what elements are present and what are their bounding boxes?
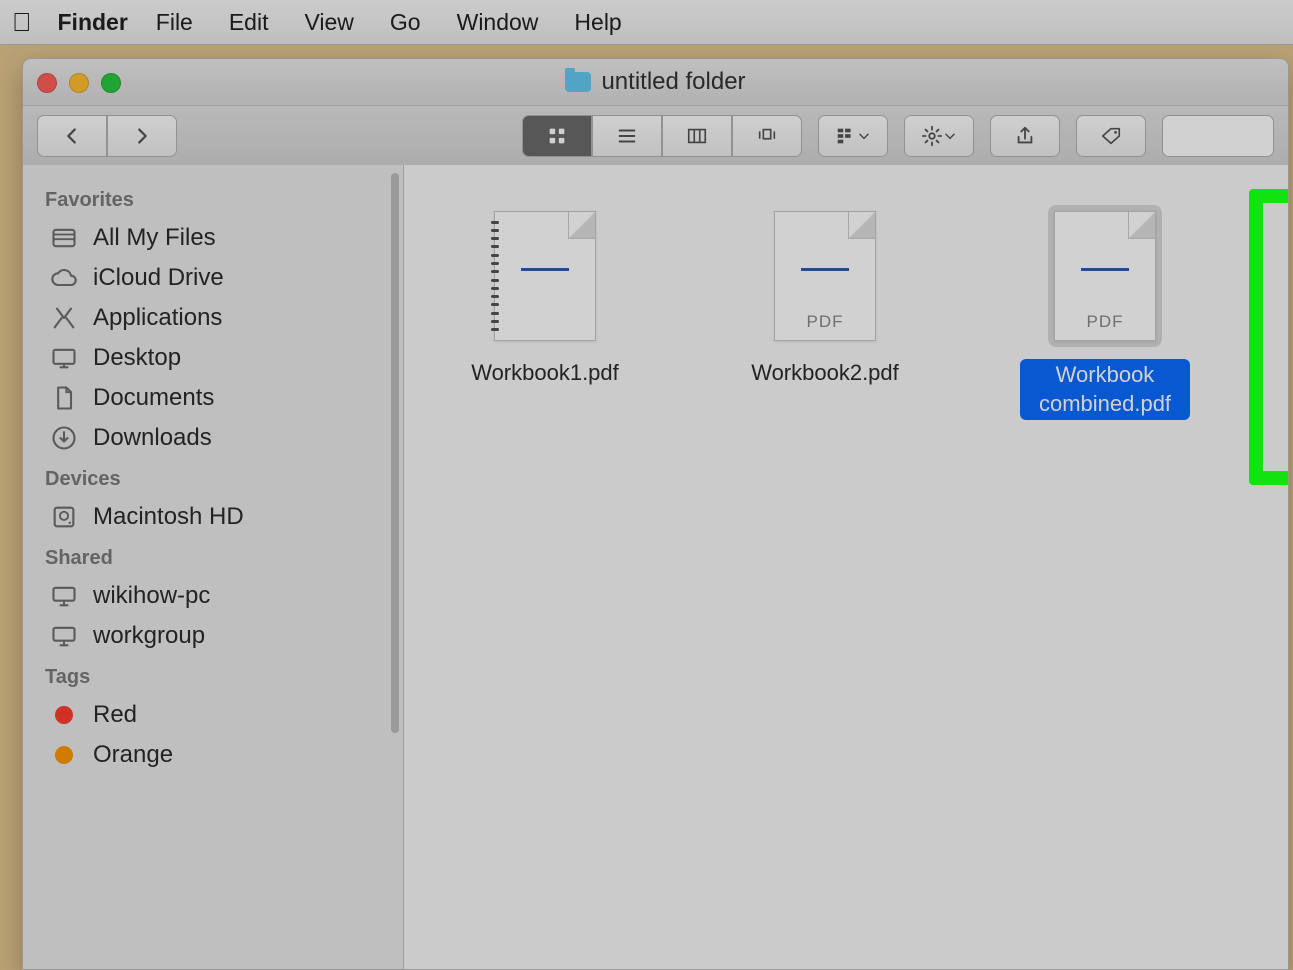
- downloads-icon: [49, 425, 79, 451]
- sidebar-item-label: Desktop: [93, 344, 181, 372]
- sidebar-item-applications[interactable]: Applications: [39, 298, 393, 338]
- tag-color-dot: [55, 746, 73, 764]
- menubar-app-name[interactable]: Finder: [58, 9, 128, 36]
- tag-color-dot: [55, 706, 73, 724]
- sidebar-item-red[interactable]: Red: [39, 695, 393, 735]
- tags-button[interactable]: [1076, 115, 1146, 157]
- sidebar-item-label: wikihow-pc: [93, 582, 210, 610]
- view-list-button[interactable]: [592, 115, 662, 157]
- view-mode-switcher: [522, 115, 802, 157]
- chevron-right-icon: [131, 125, 153, 147]
- sidebar-item-label: iCloud Drive: [93, 264, 224, 292]
- menu-window[interactable]: Window: [457, 9, 539, 36]
- sidebar-heading: Shared: [45, 547, 393, 570]
- view-coverflow-button[interactable]: [732, 115, 802, 157]
- sidebar-item-workgroup[interactable]: workgroup: [39, 616, 393, 656]
- tag-icon: [1100, 125, 1122, 147]
- file-name: Workbook combined.pdf: [1020, 359, 1190, 420]
- menu-go[interactable]: Go: [390, 9, 421, 36]
- sidebar-item-macintosh-hd[interactable]: Macintosh HD: [39, 497, 393, 537]
- sidebar-heading: Favorites: [45, 189, 393, 212]
- window-title: untitled folder: [23, 59, 1288, 105]
- applications-icon: [49, 305, 79, 331]
- file-thumbnail: PDF: [1054, 211, 1156, 341]
- sidebar-item-label: All My Files: [93, 224, 216, 252]
- sidebar-item-label: Red: [93, 701, 137, 729]
- cloud-icon: [49, 265, 79, 291]
- pdf-badge: PDF: [775, 312, 875, 332]
- grid-icon: [546, 125, 568, 147]
- monitor-icon: [49, 583, 79, 609]
- columns-icon: [686, 125, 708, 147]
- view-icons-button[interactable]: [522, 115, 592, 157]
- sidebar-item-wikihow-pc[interactable]: wikihow-pc: [39, 576, 393, 616]
- chevron-down-icon: [943, 125, 957, 147]
- share-button[interactable]: [990, 115, 1060, 157]
- sidebar-item-label: workgroup: [93, 622, 205, 650]
- desktop-icon: [49, 345, 79, 371]
- chevron-left-icon: [61, 125, 83, 147]
- menu-help[interactable]: Help: [574, 9, 621, 36]
- file-thumbnail: PDF: [774, 211, 876, 341]
- coverflow-icon: [756, 125, 778, 147]
- menu-file[interactable]: File: [156, 9, 193, 36]
- file-item[interactable]: PDF Workbook2.pdf: [740, 205, 910, 388]
- file-name: Workbook1.pdf: [471, 359, 619, 388]
- finder-sidebar: Favorites All My Files iCloud Drive Applica…: [23, 165, 404, 969]
- file-item[interactable]: Workbook1.pdf: [460, 205, 630, 388]
- apple-menu-icon[interactable]: : [12, 7, 32, 38]
- share-icon: [1014, 125, 1036, 147]
- sidebar-item-label: Macintosh HD: [93, 503, 244, 531]
- sidebar-item-label: Applications: [93, 304, 222, 332]
- sidebar-item-all-my-files[interactable]: All My Files: [39, 218, 393, 258]
- sidebar-item-label: Downloads: [93, 424, 212, 452]
- documents-icon: [49, 385, 79, 411]
- file-item[interactable]: PDF Workbook combined.pdf: [1020, 205, 1190, 420]
- file-name: Workbook2.pdf: [751, 359, 899, 388]
- finder-toolbar: [23, 106, 1288, 167]
- nav-back-forward: [37, 115, 177, 157]
- all-my-files-icon: [49, 225, 79, 251]
- gear-icon: [921, 125, 943, 147]
- back-button[interactable]: [37, 115, 107, 157]
- sidebar-item-icloud-drive[interactable]: iCloud Drive: [39, 258, 393, 298]
- finder-body: Favorites All My Files iCloud Drive Applica…: [23, 165, 1288, 969]
- monitor-icon: [49, 623, 79, 649]
- list-icon: [616, 125, 638, 147]
- window-title-text: untitled folder: [601, 68, 745, 96]
- sidebar-heading: Devices: [45, 468, 393, 491]
- sidebar-item-orange[interactable]: Orange: [39, 735, 393, 775]
- action-button[interactable]: [904, 115, 974, 157]
- search-field[interactable]: [1162, 115, 1274, 157]
- folder-icon: [565, 72, 591, 92]
- arrange-icon: [835, 125, 857, 147]
- hdd-icon: [49, 504, 79, 530]
- menu-edit[interactable]: Edit: [229, 9, 269, 36]
- sidebar-item-label: Orange: [93, 741, 173, 769]
- pdf-badge: PDF: [1055, 312, 1155, 332]
- menu-view[interactable]: View: [304, 9, 353, 36]
- sidebar-item-desktop[interactable]: Desktop: [39, 338, 393, 378]
- arrange-button[interactable]: [818, 115, 888, 157]
- finder-window: untitled folder: [22, 58, 1289, 970]
- sidebar-item-downloads[interactable]: Downloads: [39, 418, 393, 458]
- sidebar-item-label: Documents: [93, 384, 214, 412]
- forward-button[interactable]: [107, 115, 177, 157]
- sidebar-heading: Tags: [45, 666, 393, 689]
- view-columns-button[interactable]: [662, 115, 732, 157]
- finder-content[interactable]: Workbook1.pdf PDF Workbook2.pdf PDF Workbook…: [404, 165, 1288, 969]
- sidebar-item-documents[interactable]: Documents: [39, 378, 393, 418]
- menubar:  Finder File Edit View Go Window Help: [0, 0, 1293, 45]
- chevron-down-icon: [857, 125, 871, 147]
- window-titlebar: untitled folder: [23, 59, 1288, 106]
- file-thumbnail: [494, 211, 596, 341]
